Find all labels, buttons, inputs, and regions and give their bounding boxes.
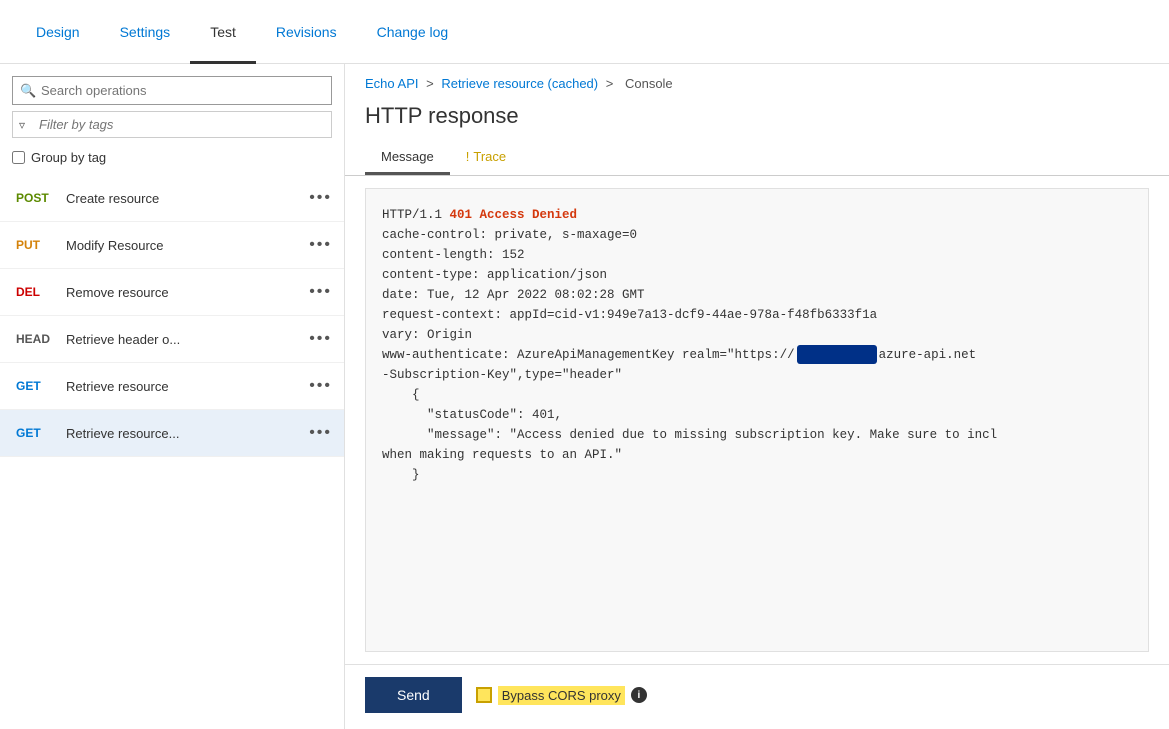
tab-message[interactable]: Message bbox=[365, 141, 450, 175]
operation-name-modify: Modify Resource bbox=[66, 238, 297, 253]
right-panel: Echo API > Retrieve resource (cached) > … bbox=[345, 64, 1169, 729]
response-line-vary: vary: Origin bbox=[382, 325, 1132, 345]
response-line-cache: cache-control: private, s-maxage=0 bbox=[382, 225, 1132, 245]
tab-trace[interactable]: ! Trace bbox=[450, 141, 522, 175]
group-by-tag: Group by tag bbox=[0, 146, 344, 175]
main-layout: 🔍 ▿ Group by tag POST Create resource ••… bbox=[0, 64, 1169, 729]
bypass-cors-label: Bypass CORS proxy bbox=[498, 686, 625, 705]
bypass-cors-checkbox[interactable] bbox=[476, 687, 492, 703]
operation-menu-retrieve-cached[interactable]: ••• bbox=[309, 424, 332, 442]
operation-remove-resource[interactable]: DEL Remove resource ••• bbox=[0, 269, 344, 316]
tab-revisions[interactable]: Revisions bbox=[256, 0, 357, 64]
operation-create-resource[interactable]: POST Create resource ••• bbox=[0, 175, 344, 222]
operation-name-retrieve: Retrieve resource bbox=[66, 379, 297, 394]
operation-modify-resource[interactable]: PUT Modify Resource ••• bbox=[0, 222, 344, 269]
response-line-close: } bbox=[382, 465, 1132, 485]
response-title: HTTP response bbox=[345, 99, 1169, 141]
operation-retrieve-resource-cached[interactable]: GET Retrieve resource... ••• bbox=[0, 410, 344, 457]
operation-name-remove: Remove resource bbox=[66, 285, 297, 300]
response-tabs: Message ! Trace bbox=[345, 141, 1169, 176]
response-line-subkey: -Subscription-Key",type="header" bbox=[382, 365, 1132, 385]
operation-name-header: Retrieve header o... bbox=[66, 332, 297, 347]
operation-retrieve-header[interactable]: HEAD Retrieve header o... ••• bbox=[0, 316, 344, 363]
breadcrumb-sep2: > bbox=[606, 76, 614, 91]
response-http-prefix: HTTP/1.1 bbox=[382, 208, 450, 222]
tab-design[interactable]: Design bbox=[16, 0, 100, 64]
tab-settings[interactable]: Settings bbox=[100, 0, 191, 64]
response-line-context: request-context: appId=cid-v1:949e7a13-d… bbox=[382, 305, 1132, 325]
blurred-url bbox=[797, 345, 877, 364]
operation-menu-retrieve[interactable]: ••• bbox=[309, 377, 332, 395]
response-line-message: "message": "Access denied due to missing… bbox=[382, 425, 1132, 445]
response-line-date: date: Tue, 12 Apr 2022 08:02:28 GMT bbox=[382, 285, 1132, 305]
search-input[interactable] bbox=[12, 76, 332, 105]
trace-label: Trace bbox=[473, 149, 506, 164]
operation-retrieve-resource[interactable]: GET Retrieve resource ••• bbox=[0, 363, 344, 410]
trace-exclamation: ! bbox=[466, 149, 470, 164]
response-line-when: when making requests to an API." bbox=[382, 445, 1132, 465]
response-line-status: HTTP/1.1 401 Access Denied bbox=[382, 205, 1132, 225]
group-by-tag-label: Group by tag bbox=[31, 150, 106, 165]
group-by-tag-checkbox[interactable] bbox=[12, 151, 25, 164]
method-badge-head: HEAD bbox=[16, 332, 54, 346]
filter-icon: ▿ bbox=[19, 118, 25, 132]
tab-changelog[interactable]: Change log bbox=[357, 0, 469, 64]
operation-menu-remove[interactable]: ••• bbox=[309, 283, 332, 301]
top-nav: Design Settings Test Revisions Change lo… bbox=[0, 0, 1169, 64]
operation-menu-create[interactable]: ••• bbox=[309, 189, 332, 207]
search-icon: 🔍 bbox=[20, 83, 36, 99]
method-badge-get2: GET bbox=[16, 426, 54, 440]
response-status-code: 401 Access Denied bbox=[450, 208, 578, 222]
search-container: 🔍 bbox=[12, 76, 332, 105]
send-button[interactable]: Send bbox=[365, 677, 462, 713]
method-badge-get1: GET bbox=[16, 379, 54, 393]
sidebar: 🔍 ▿ Group by tag POST Create resource ••… bbox=[0, 64, 345, 729]
breadcrumb: Echo API > Retrieve resource (cached) > … bbox=[345, 64, 1169, 99]
breadcrumb-operation[interactable]: Retrieve resource (cached) bbox=[441, 76, 598, 91]
breadcrumb-page: Console bbox=[625, 76, 673, 91]
filter-input[interactable] bbox=[12, 111, 332, 138]
breadcrumb-api[interactable]: Echo API bbox=[365, 76, 418, 91]
tab-test[interactable]: Test bbox=[190, 0, 256, 64]
response-body: HTTP/1.1 401 Access Denied cache-control… bbox=[365, 188, 1149, 652]
operation-menu-header[interactable]: ••• bbox=[309, 330, 332, 348]
method-badge-del: DEL bbox=[16, 285, 54, 299]
info-icon[interactable]: i bbox=[631, 687, 647, 703]
operation-name-retrieve-cached: Retrieve resource... bbox=[66, 426, 297, 441]
operations-list: POST Create resource ••• PUT Modify Reso… bbox=[0, 175, 344, 729]
send-area: Send Bypass CORS proxy i bbox=[345, 664, 1169, 729]
operation-menu-modify[interactable]: ••• bbox=[309, 236, 332, 254]
response-line-open: { bbox=[382, 385, 1132, 405]
operation-name-create: Create resource bbox=[66, 191, 297, 206]
breadcrumb-sep1: > bbox=[426, 76, 434, 91]
method-badge-put: PUT bbox=[16, 238, 54, 252]
response-line-length: content-length: 152 bbox=[382, 245, 1132, 265]
bypass-cors-container: Bypass CORS proxy i bbox=[476, 686, 647, 705]
response-line-auth: www-authenticate: AzureApiManagementKey … bbox=[382, 345, 1132, 365]
method-badge-post: POST bbox=[16, 191, 54, 205]
filter-container: ▿ bbox=[12, 111, 332, 138]
response-line-statuscode: "statusCode": 401, bbox=[382, 405, 1132, 425]
response-line-type: content-type: application/json bbox=[382, 265, 1132, 285]
